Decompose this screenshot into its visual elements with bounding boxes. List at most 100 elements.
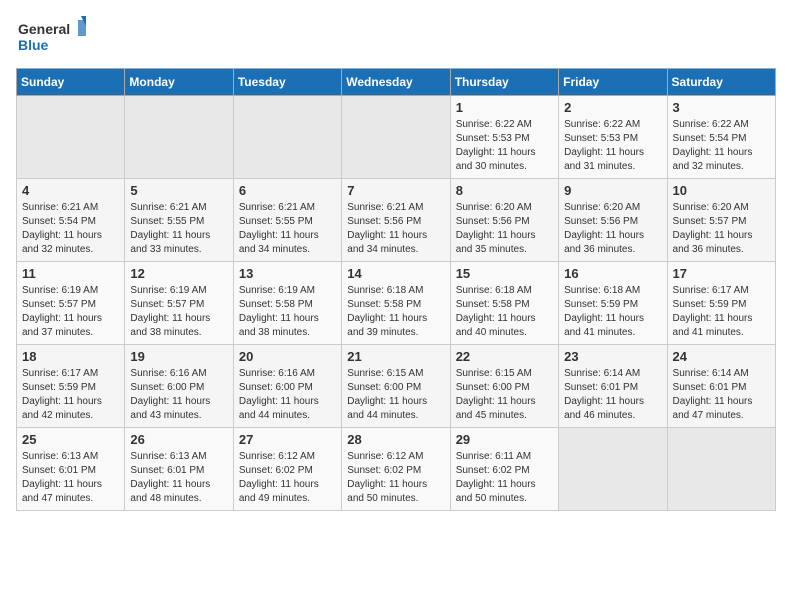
calendar-cell xyxy=(559,428,667,511)
day-info: Sunrise: 6:12 AM Sunset: 6:02 PM Dayligh… xyxy=(239,450,336,506)
calendar-cell xyxy=(125,96,233,179)
day-number: 23 xyxy=(564,349,661,364)
day-info: Sunrise: 6:22 AM Sunset: 5:54 PM Dayligh… xyxy=(673,118,770,174)
day-info: Sunrise: 6:15 AM Sunset: 6:00 PM Dayligh… xyxy=(347,367,444,423)
day-info: Sunrise: 6:20 AM Sunset: 5:56 PM Dayligh… xyxy=(564,201,661,257)
day-info: Sunrise: 6:14 AM Sunset: 6:01 PM Dayligh… xyxy=(673,367,770,423)
calendar-cell: 7 Sunrise: 6:21 AM Sunset: 5:56 PM Daylig… xyxy=(342,179,450,262)
day-info: Sunrise: 6:22 AM Sunset: 5:53 PM Dayligh… xyxy=(456,118,553,174)
calendar-table: SundayMondayTuesdayWednesdayThursdayFrid… xyxy=(16,68,776,511)
day-header-tuesday: Tuesday xyxy=(233,69,341,96)
calendar-cell xyxy=(233,96,341,179)
day-info: Sunrise: 6:21 AM Sunset: 5:56 PM Dayligh… xyxy=(347,201,444,257)
calendar-cell: 3 Sunrise: 6:22 AM Sunset: 5:54 PM Daylig… xyxy=(667,96,775,179)
calendar-cell: 12 Sunrise: 6:19 AM Sunset: 5:57 PM Dayli… xyxy=(125,262,233,345)
calendar-cell: 11 Sunrise: 6:19 AM Sunset: 5:57 PM Dayli… xyxy=(17,262,125,345)
day-number: 25 xyxy=(22,432,119,447)
calendar-cell: 5 Sunrise: 6:21 AM Sunset: 5:55 PM Daylig… xyxy=(125,179,233,262)
calendar-cell: 26 Sunrise: 6:13 AM Sunset: 6:01 PM Dayli… xyxy=(125,428,233,511)
day-info: Sunrise: 6:15 AM Sunset: 6:00 PM Dayligh… xyxy=(456,367,553,423)
day-number: 10 xyxy=(673,183,770,198)
day-info: Sunrise: 6:19 AM Sunset: 5:57 PM Dayligh… xyxy=(130,284,227,340)
calendar-cell xyxy=(667,428,775,511)
day-info: Sunrise: 6:13 AM Sunset: 6:01 PM Dayligh… xyxy=(130,450,227,506)
day-number: 18 xyxy=(22,349,119,364)
calendar-week-2: 4Sunrise: 6:21 AM Sunset: 5:54 PM Daylig… xyxy=(17,179,776,262)
day-number: 17 xyxy=(673,266,770,281)
day-number: 13 xyxy=(239,266,336,281)
calendar-cell: 2Sunrise: 6:22 AM Sunset: 5:53 PM Daylig… xyxy=(559,96,667,179)
calendar-cell: 16 Sunrise: 6:18 AM Sunset: 5:59 PM Dayli… xyxy=(559,262,667,345)
logo: General Blue xyxy=(16,16,86,56)
day-info: Sunrise: 6:19 AM Sunset: 5:57 PM Dayligh… xyxy=(22,284,119,340)
calendar-cell: 24Sunrise: 6:14 AM Sunset: 6:01 PM Dayli… xyxy=(667,345,775,428)
day-info: Sunrise: 6:14 AM Sunset: 6:01 PM Dayligh… xyxy=(564,367,661,423)
day-number: 12 xyxy=(130,266,227,281)
day-number: 5 xyxy=(130,183,227,198)
calendar-cell: 17 Sunrise: 6:17 AM Sunset: 5:59 PM Dayli… xyxy=(667,262,775,345)
day-number: 28 xyxy=(347,432,444,447)
calendar-cell: 8 Sunrise: 6:20 AM Sunset: 5:56 PM Daylig… xyxy=(450,179,558,262)
calendar-cell: 14 Sunrise: 6:18 AM Sunset: 5:58 PM Dayli… xyxy=(342,262,450,345)
day-header-monday: Monday xyxy=(125,69,233,96)
day-header-friday: Friday xyxy=(559,69,667,96)
calendar-header-row: SundayMondayTuesdayWednesdayThursdayFrid… xyxy=(17,69,776,96)
day-info: Sunrise: 6:13 AM Sunset: 6:01 PM Dayligh… xyxy=(22,450,119,506)
svg-text:General: General xyxy=(18,21,70,37)
calendar-cell: 6 Sunrise: 6:21 AM Sunset: 5:55 PM Daylig… xyxy=(233,179,341,262)
day-info: Sunrise: 6:21 AM Sunset: 5:55 PM Dayligh… xyxy=(239,201,336,257)
calendar-cell: 15Sunrise: 6:18 AM Sunset: 5:58 PM Dayli… xyxy=(450,262,558,345)
day-number: 3 xyxy=(673,100,770,115)
day-info: Sunrise: 6:16 AM Sunset: 6:00 PM Dayligh… xyxy=(130,367,227,423)
day-header-wednesday: Wednesday xyxy=(342,69,450,96)
calendar-week-3: 11 Sunrise: 6:19 AM Sunset: 5:57 PM Dayli… xyxy=(17,262,776,345)
calendar-cell: 13 Sunrise: 6:19 AM Sunset: 5:58 PM Dayli… xyxy=(233,262,341,345)
day-number: 16 xyxy=(564,266,661,281)
header: General Blue xyxy=(16,16,776,56)
day-info: Sunrise: 6:19 AM Sunset: 5:58 PM Dayligh… xyxy=(239,284,336,340)
calendar-cell: 1 Sunrise: 6:22 AM Sunset: 5:53 PM Daylig… xyxy=(450,96,558,179)
day-number: 9 xyxy=(564,183,661,198)
day-info: Sunrise: 6:17 AM Sunset: 5:59 PM Dayligh… xyxy=(22,367,119,423)
day-number: 6 xyxy=(239,183,336,198)
day-info: Sunrise: 6:11 AM Sunset: 6:02 PM Dayligh… xyxy=(456,450,553,506)
day-number: 8 xyxy=(456,183,553,198)
day-number: 26 xyxy=(130,432,227,447)
day-number: 4 xyxy=(22,183,119,198)
day-info: Sunrise: 6:18 AM Sunset: 5:58 PM Dayligh… xyxy=(347,284,444,340)
day-info: Sunrise: 6:20 AM Sunset: 5:57 PM Dayligh… xyxy=(673,201,770,257)
calendar-cell: 28 Sunrise: 6:12 AM Sunset: 6:02 PM Dayli… xyxy=(342,428,450,511)
calendar-week-1: 1 Sunrise: 6:22 AM Sunset: 5:53 PM Daylig… xyxy=(17,96,776,179)
calendar-cell: 22 Sunrise: 6:15 AM Sunset: 6:00 PM Dayli… xyxy=(450,345,558,428)
day-number: 29 xyxy=(456,432,553,447)
day-number: 7 xyxy=(347,183,444,198)
calendar-cell: 10 Sunrise: 6:20 AM Sunset: 5:57 PM Dayli… xyxy=(667,179,775,262)
day-info: Sunrise: 6:21 AM Sunset: 5:55 PM Dayligh… xyxy=(130,201,227,257)
day-number: 11 xyxy=(22,266,119,281)
logo-svg: General Blue xyxy=(16,16,86,56)
day-number: 27 xyxy=(239,432,336,447)
day-header-sunday: Sunday xyxy=(17,69,125,96)
day-number: 15 xyxy=(456,266,553,281)
day-info: Sunrise: 6:12 AM Sunset: 6:02 PM Dayligh… xyxy=(347,450,444,506)
svg-text:Blue: Blue xyxy=(18,37,49,53)
day-number: 1 xyxy=(456,100,553,115)
day-number: 14 xyxy=(347,266,444,281)
day-info: Sunrise: 6:18 AM Sunset: 5:59 PM Dayligh… xyxy=(564,284,661,340)
day-info: Sunrise: 6:20 AM Sunset: 5:56 PM Dayligh… xyxy=(456,201,553,257)
day-info: Sunrise: 6:17 AM Sunset: 5:59 PM Dayligh… xyxy=(673,284,770,340)
calendar-week-5: 25 Sunrise: 6:13 AM Sunset: 6:01 PM Dayli… xyxy=(17,428,776,511)
day-info: Sunrise: 6:22 AM Sunset: 5:53 PM Dayligh… xyxy=(564,118,661,174)
day-number: 22 xyxy=(456,349,553,364)
calendar-week-4: 18 Sunrise: 6:17 AM Sunset: 5:59 PM Dayli… xyxy=(17,345,776,428)
calendar-cell: 18 Sunrise: 6:17 AM Sunset: 5:59 PM Dayli… xyxy=(17,345,125,428)
calendar-cell xyxy=(342,96,450,179)
calendar-cell xyxy=(17,96,125,179)
calendar-cell: 27 Sunrise: 6:12 AM Sunset: 6:02 PM Dayli… xyxy=(233,428,341,511)
day-header-thursday: Thursday xyxy=(450,69,558,96)
day-number: 19 xyxy=(130,349,227,364)
day-number: 21 xyxy=(347,349,444,364)
day-number: 20 xyxy=(239,349,336,364)
calendar-cell: 9 Sunrise: 6:20 AM Sunset: 5:56 PM Daylig… xyxy=(559,179,667,262)
calendar-cell: 23 Sunrise: 6:14 AM Sunset: 6:01 PM Dayli… xyxy=(559,345,667,428)
